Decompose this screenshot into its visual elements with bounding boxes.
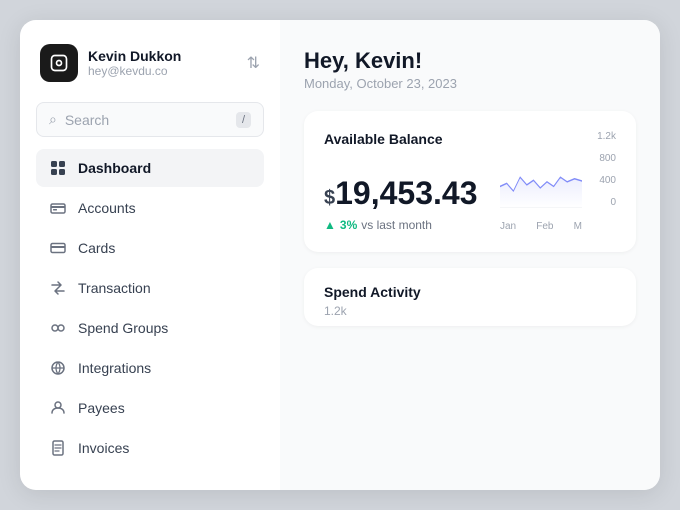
- avatar: [40, 44, 78, 82]
- user-email: hey@kevdu.co: [88, 64, 181, 78]
- chart-svg-wrap: [500, 131, 582, 208]
- change-label: vs last month: [361, 218, 432, 232]
- sidebar-item-label: Integrations: [78, 360, 151, 376]
- greeting-date: Monday, October 23, 2023: [304, 76, 636, 91]
- invoices-icon: [48, 438, 68, 458]
- sidebar-item-label: Payees: [78, 400, 125, 416]
- chevron-updown-icon: ⇅: [247, 53, 260, 73]
- balance-card: Available Balance $19,453.43 ▲ 3% vs las…: [304, 111, 636, 252]
- line-chart-svg: [500, 131, 582, 208]
- greeting-title: Hey, Kevin!: [304, 48, 636, 74]
- sidebar-item-label: Spend Groups: [78, 320, 168, 336]
- payees-icon: [48, 398, 68, 418]
- chart-y-labels: 1.2k 800 400 0: [586, 131, 616, 208]
- greeting-section: Hey, Kevin! Monday, October 23, 2023: [304, 48, 636, 91]
- search-label: Search: [65, 112, 228, 128]
- spend-activity-title: Spend Activity: [324, 284, 616, 300]
- sidebar-item-integrations[interactable]: Integrations: [36, 349, 264, 387]
- search-icon: ⌕: [49, 111, 57, 128]
- x-label: Feb: [536, 221, 553, 232]
- sidebar-item-label: Invoices: [78, 440, 129, 456]
- accounts-icon: [48, 198, 68, 218]
- sidebar-item-cards[interactable]: Cards: [36, 229, 264, 267]
- sidebar-item-label: Cards: [78, 240, 115, 256]
- chart-x-labels: Jan Feb M: [500, 221, 582, 232]
- app-container: Kevin Dukkon hey@kevdu.co ⇅ ⌕ Search /: [20, 20, 660, 490]
- sidebar: Kevin Dukkon hey@kevdu.co ⇅ ⌕ Search /: [20, 20, 280, 490]
- spend-activity-card: Spend Activity 1.2k: [304, 268, 636, 326]
- sidebar-item-spend-groups[interactable]: Spend Groups: [36, 309, 264, 347]
- balance-left: Available Balance $19,453.43 ▲ 3% vs las…: [324, 131, 484, 232]
- y-label: 800: [599, 153, 616, 164]
- balance-change: ▲ 3% vs last month: [324, 218, 484, 232]
- sidebar-item-invoices[interactable]: Invoices: [36, 429, 264, 467]
- up-arrow-icon: ▲: [324, 218, 336, 232]
- sidebar-item-label: Accounts: [78, 200, 136, 216]
- sidebar-item-payees[interactable]: Payees: [36, 389, 264, 427]
- y-label: 400: [599, 175, 616, 186]
- sidebar-item-transaction[interactable]: Transaction: [36, 269, 264, 307]
- balance-value: 19,453.43: [335, 175, 477, 211]
- sidebar-item-label: Dashboard: [78, 160, 151, 176]
- balance-chart: 1.2k 800 400 0: [500, 131, 616, 232]
- user-info: Kevin Dukkon hey@kevdu.co: [88, 48, 181, 79]
- cards-icon: [48, 238, 68, 258]
- sidebar-item-label: Transaction: [78, 280, 151, 296]
- x-label: Jan: [500, 221, 516, 232]
- transaction-icon: [48, 278, 68, 298]
- search-bar[interactable]: ⌕ Search /: [36, 102, 264, 137]
- nav-list: Dashboard Accounts: [36, 149, 264, 467]
- user-name: Kevin Dukkon: [88, 48, 181, 65]
- dashboard-icon: [48, 158, 68, 178]
- currency-symbol: $: [324, 187, 335, 209]
- sidebar-item-dashboard[interactable]: Dashboard: [36, 149, 264, 187]
- y-label: 1.2k: [597, 131, 616, 142]
- y-label: 0: [610, 197, 616, 208]
- balance-card-title: Available Balance: [324, 131, 484, 147]
- main-content: Hey, Kevin! Monday, October 23, 2023 Ava…: [280, 20, 660, 490]
- user-left: Kevin Dukkon hey@kevdu.co: [40, 44, 181, 82]
- integrations-icon: [48, 358, 68, 378]
- sidebar-item-accounts[interactable]: Accounts: [36, 189, 264, 227]
- change-percent: 3%: [340, 218, 357, 232]
- balance-amount: $19,453.43: [324, 175, 484, 212]
- spend-groups-icon: [48, 318, 68, 338]
- user-section[interactable]: Kevin Dukkon hey@kevdu.co ⇅: [36, 44, 264, 82]
- x-label: M: [574, 221, 582, 232]
- search-shortcut: /: [236, 112, 251, 128]
- spend-activity-value: 1.2k: [324, 304, 616, 318]
